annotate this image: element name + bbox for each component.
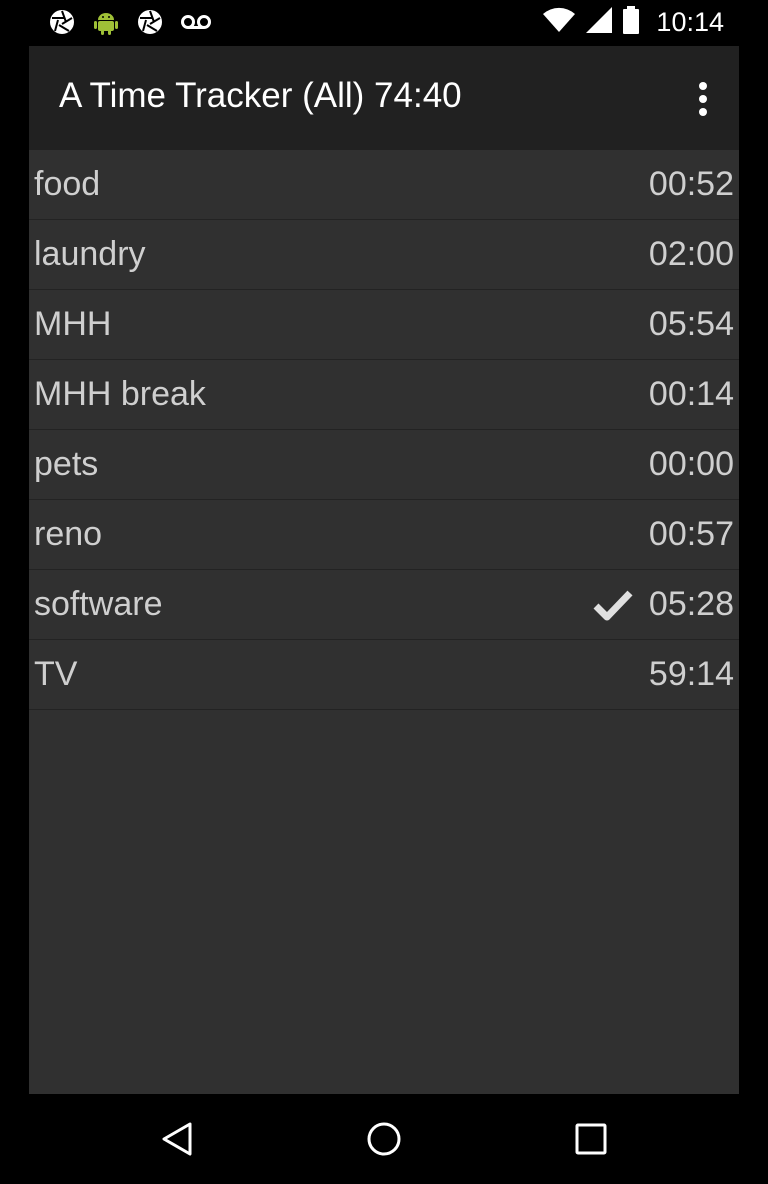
task-time: 02:00 — [648, 235, 734, 273]
status-bar: 10:14 — [0, 0, 768, 46]
task-list: food 00:52 laundry 02:00 MHH 05:54 MHH break 00… — [29, 150, 739, 710]
battery-icon — [622, 6, 640, 39]
aperture-icon — [136, 8, 164, 36]
task-row[interactable]: reno 00:57 — [29, 500, 739, 570]
task-time: 05:28 — [648, 585, 734, 623]
active-check-icon — [593, 590, 633, 621]
task-name: TV — [34, 655, 78, 693]
app-window: A Time Tracker (All) 74:40 food 00:52 laun… — [29, 46, 739, 1094]
task-time: 00:52 — [648, 165, 734, 203]
status-clock: 10:14 — [656, 7, 724, 37]
notification-icons — [48, 8, 212, 36]
overflow-menu-icon[interactable] — [697, 82, 709, 116]
voicemail-icon — [180, 8, 212, 36]
aperture-icon — [48, 8, 76, 36]
action-bar: A Time Tracker (All) 74:40 — [29, 46, 739, 150]
home-icon[interactable] — [359, 1114, 409, 1164]
app-title: A Time Tracker (All) 74:40 — [59, 76, 462, 115]
task-name: reno — [34, 515, 103, 553]
task-time: 59:14 — [648, 655, 734, 693]
task-time: 00:57 — [648, 515, 734, 553]
task-row[interactable]: MHH 05:54 — [29, 290, 739, 360]
task-row[interactable]: TV 59:14 — [29, 640, 739, 710]
task-name: MHH — [34, 305, 112, 343]
task-row[interactable]: pets 00:00 — [29, 430, 739, 500]
task-row[interactable]: food 00:52 — [29, 150, 739, 220]
task-name: software — [34, 585, 163, 623]
task-time: 00:14 — [648, 375, 734, 413]
system-icons: 10:14 — [542, 6, 724, 39]
recents-icon[interactable] — [566, 1114, 616, 1164]
task-time: 05:54 — [648, 305, 734, 343]
back-icon[interactable] — [152, 1114, 202, 1164]
task-row[interactable]: software 05:28 — [29, 570, 739, 640]
signal-icon — [586, 7, 613, 38]
task-row[interactable]: MHH break 00:14 — [29, 360, 739, 430]
task-time: 00:00 — [648, 445, 734, 483]
navigation-bar — [0, 1094, 768, 1184]
wifi-icon — [542, 7, 576, 38]
task-name: MHH break — [34, 375, 206, 413]
task-row[interactable]: laundry 02:00 — [29, 220, 739, 290]
task-name: food — [34, 165, 101, 203]
task-name: laundry — [34, 235, 146, 273]
android-icon — [92, 8, 120, 36]
task-name: pets — [34, 445, 99, 483]
